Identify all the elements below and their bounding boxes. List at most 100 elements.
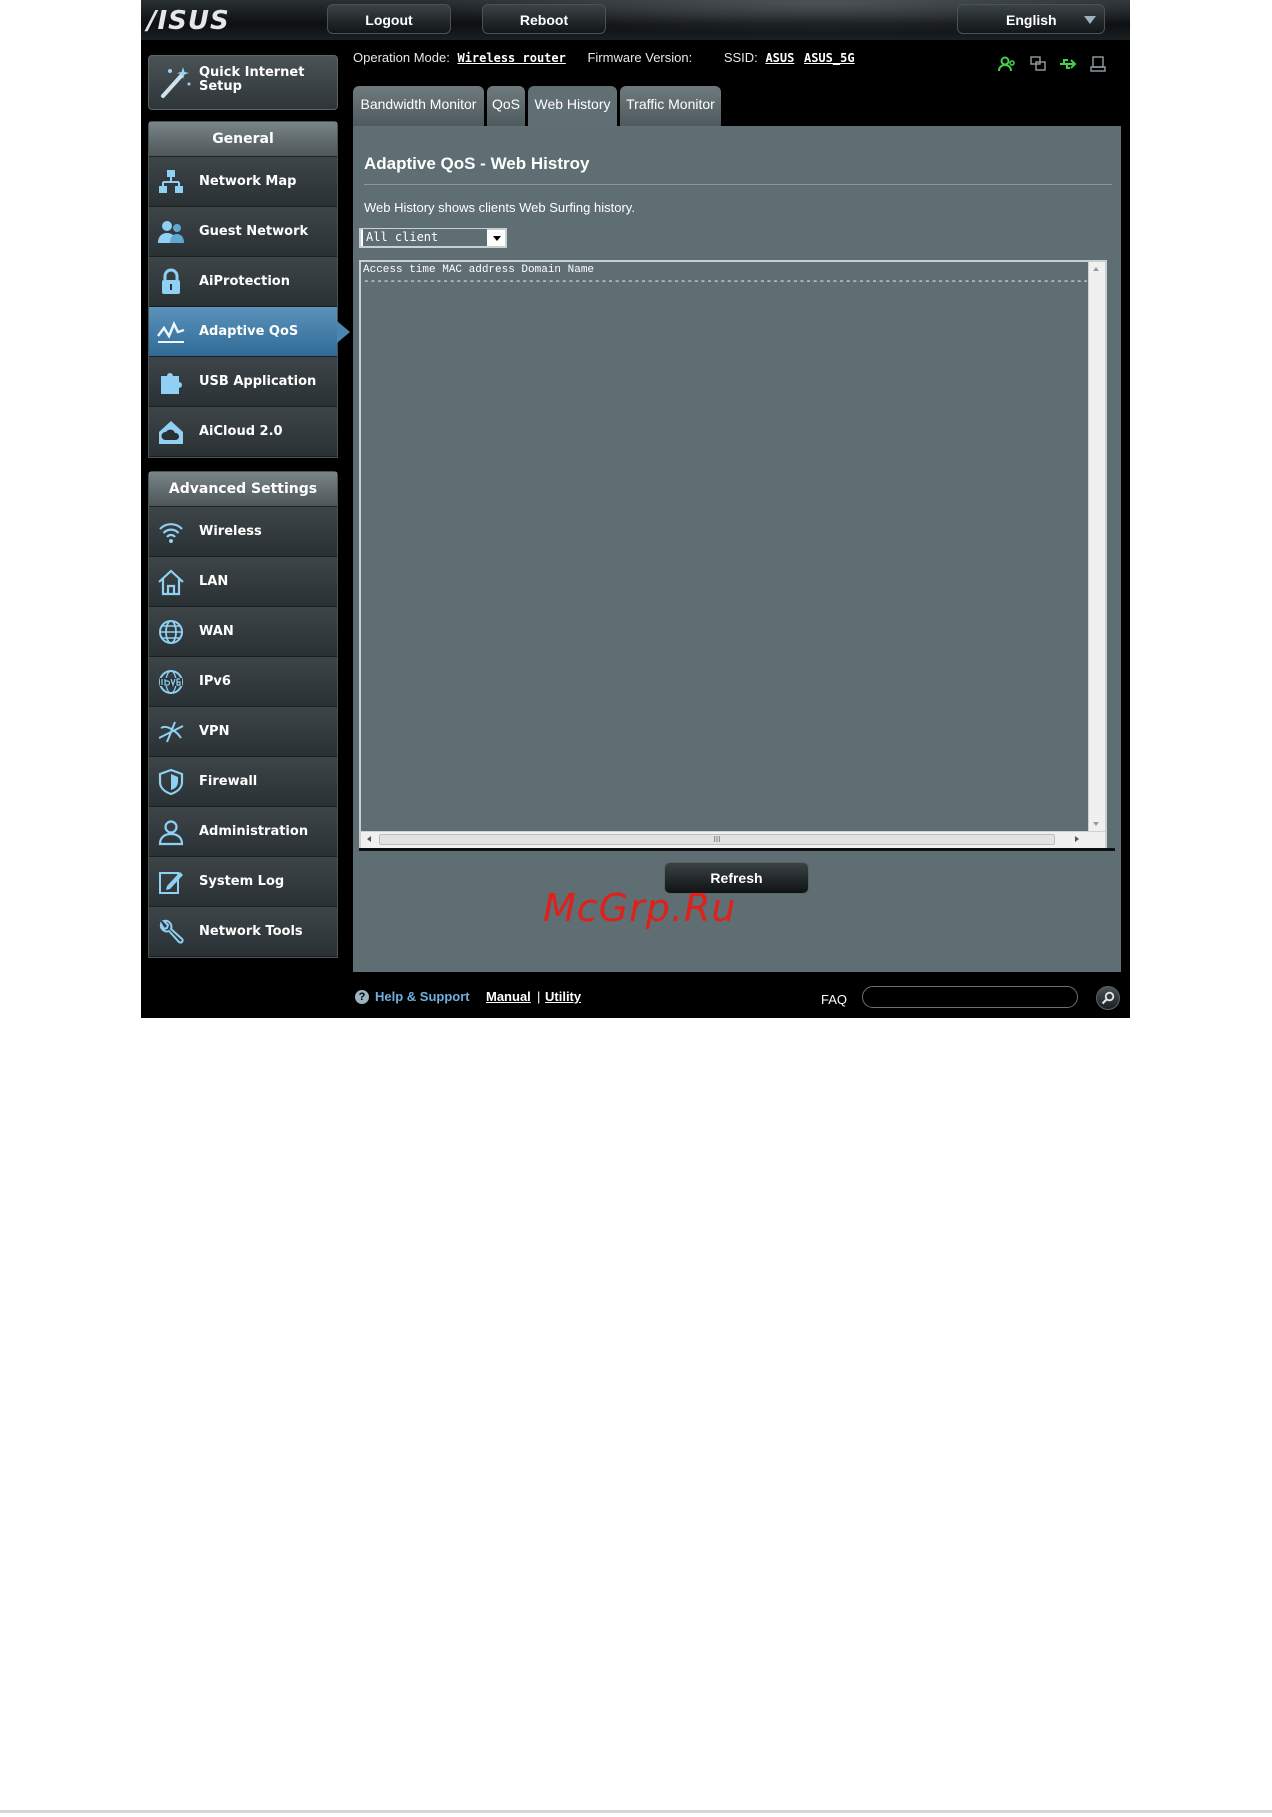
- sidebar-item-network-map[interactable]: Network Map: [149, 157, 337, 207]
- sidebar-item-label: WAN: [199, 624, 234, 639]
- sidebar-item-vpn[interactable]: VPN: [149, 707, 337, 757]
- general-menu: General Network Map Guest Network AiProt…: [148, 121, 350, 458]
- content-divider: [359, 848, 1115, 851]
- tab-qos[interactable]: QoS: [487, 86, 525, 126]
- guest-network-icon: [158, 221, 184, 243]
- user-icon: [158, 820, 184, 846]
- operation-mode-link[interactable]: Wireless router: [457, 51, 565, 65]
- wrench-icon: [159, 919, 184, 944]
- qos-graph-icon: [157, 320, 185, 343]
- sidebar-item-wan[interactable]: WAN: [149, 607, 337, 657]
- sidebar-item-firewall[interactable]: Firewall: [149, 757, 337, 807]
- wifi-icon: [159, 523, 183, 543]
- sidebar-item-label: Adaptive QoS: [199, 324, 299, 339]
- printer-icon[interactable]: [1089, 55, 1107, 73]
- client-select-value: All client: [363, 229, 487, 246]
- faq-search-button[interactable]: [1096, 986, 1120, 1010]
- puzzle-icon: [161, 373, 182, 394]
- sidebar-item-label: VPN: [199, 724, 230, 739]
- tab-web-history[interactable]: Web History: [528, 86, 617, 126]
- sidebar-item-label: AiCloud 2.0: [199, 424, 283, 439]
- network-map-icon: [159, 170, 183, 193]
- scroll-down-icon[interactable]: [1093, 822, 1099, 826]
- language-value: English: [1006, 12, 1057, 28]
- logout-button[interactable]: Logout: [327, 4, 451, 34]
- quick-internet-setup-label: Quick Internet Setup: [199, 65, 305, 94]
- sidebar-item-label: IPv6: [199, 674, 231, 689]
- footer-separator: |: [537, 989, 541, 1004]
- vertical-scrollbar[interactable]: [1088, 262, 1105, 832]
- page-bottom-border: [0, 1810, 1272, 1813]
- ssid-label: SSID:: [723, 50, 758, 65]
- chevron-down-icon: [493, 236, 501, 241]
- asus-logo: /ISUS: [147, 6, 230, 36]
- ipv6-globe-icon: [159, 670, 183, 694]
- sidebar-item-label: Network Tools: [199, 924, 303, 939]
- sidebar-item-label: System Log: [199, 874, 285, 889]
- advanced-settings-title: Advanced Settings: [149, 472, 337, 507]
- sidebar-item-administration[interactable]: Administration: [149, 807, 337, 857]
- edit-log-icon: [159, 872, 183, 894]
- sidebar-item-label: Firewall: [199, 774, 258, 789]
- content-panel: Adaptive QoS - Web Histroy Web History s…: [353, 126, 1121, 972]
- sidebar-item-label: Guest Network: [199, 224, 309, 239]
- sidebar-item-guest-network[interactable]: Guest Network: [149, 207, 337, 257]
- vpn-icon: [158, 721, 184, 743]
- faq-label: FAQ: [821, 992, 848, 1007]
- help-icon[interactable]: ?: [355, 990, 369, 1004]
- sidebar-item-label: Network Map: [199, 174, 297, 189]
- sidebar-item-wireless[interactable]: Wireless: [149, 507, 337, 557]
- firmware-label: Firmware Version:: [587, 50, 693, 65]
- sidebar-item-usb-application[interactable]: USB Application: [149, 357, 337, 407]
- ssid-link-1[interactable]: ASUS: [765, 51, 794, 65]
- page-title: Adaptive QoS - Web Histroy: [364, 154, 590, 173]
- general-title: General: [149, 122, 337, 157]
- language-select[interactable]: English: [957, 4, 1105, 34]
- operation-mode-label: Operation Mode:: [353, 50, 450, 65]
- router-admin-screenshot: /ISUS Logout Reboot English Operation Mo…: [141, 0, 1130, 1018]
- client-select[interactable]: All client: [359, 228, 507, 248]
- sidebar-item-system-log[interactable]: System Log: [149, 857, 337, 907]
- home-icon: [158, 569, 184, 596]
- reboot-button[interactable]: Reboot: [482, 4, 606, 34]
- sidebar-item-adaptive-qos[interactable]: Adaptive QoS: [149, 307, 350, 357]
- help-support-link[interactable]: Help & Support: [375, 989, 470, 1004]
- page-description: Web History shows clients Web Surfing hi…: [364, 200, 635, 215]
- sidebar-item-label: USB Application: [199, 374, 317, 389]
- scroll-up-icon[interactable]: [1093, 267, 1099, 271]
- sidebar-item-label: Wireless: [199, 524, 262, 539]
- shield-icon: [158, 768, 184, 796]
- lock-icon: [162, 268, 180, 294]
- scroll-right-icon[interactable]: [1075, 836, 1079, 842]
- horizontal-scrollbar[interactable]: III: [361, 831, 1105, 848]
- search-icon: [1101, 991, 1115, 1005]
- sidebar-item-network-tools[interactable]: Network Tools: [149, 907, 337, 957]
- magic-wand-icon: [161, 67, 191, 98]
- sidebar-item-aicloud[interactable]: AiCloud 2.0: [149, 407, 337, 457]
- tab-bandwidth-monitor[interactable]: Bandwidth Monitor: [353, 86, 484, 126]
- sidebar-item-label: Administration: [199, 824, 309, 839]
- status-bar: Operation Mode: Wireless router Firmware…: [353, 50, 913, 72]
- clients-icon[interactable]: [998, 55, 1016, 73]
- utility-link[interactable]: Utility: [545, 989, 581, 1004]
- sidebar-item-aiprotection[interactable]: AiProtection: [149, 257, 337, 307]
- globe-icon: [159, 620, 183, 644]
- watermark-text: McGrp.Ru: [543, 886, 737, 930]
- sidebar-item-ipv6[interactable]: IPv6: [149, 657, 337, 707]
- devices-icon[interactable]: [1029, 55, 1047, 73]
- web-history-log[interactable]: Access time MAC address Domain Name ----…: [359, 260, 1107, 850]
- advanced-settings-menu: Advanced Settings Wireless LAN WAN IPv6 …: [148, 471, 338, 958]
- title-divider: [364, 184, 1112, 185]
- sidebar-item-lan[interactable]: LAN: [149, 557, 337, 607]
- faq-search-input[interactable]: [862, 986, 1078, 1008]
- manual-link[interactable]: Manual: [486, 989, 531, 1004]
- sidebar-item-label: LAN: [199, 574, 229, 589]
- sidebar-item-label: AiProtection: [199, 274, 290, 289]
- ssid-link-2[interactable]: ASUS_5G: [804, 51, 855, 65]
- scroll-left-icon[interactable]: [367, 836, 371, 842]
- quick-internet-setup-button[interactable]: Quick Internet Setup: [148, 55, 338, 110]
- horizontal-scroll-thumb[interactable]: III: [379, 834, 1055, 845]
- usb-icon[interactable]: [1059, 55, 1077, 73]
- chevron-down-icon: [1084, 16, 1096, 24]
- tab-traffic-monitor[interactable]: Traffic Monitor: [620, 86, 721, 126]
